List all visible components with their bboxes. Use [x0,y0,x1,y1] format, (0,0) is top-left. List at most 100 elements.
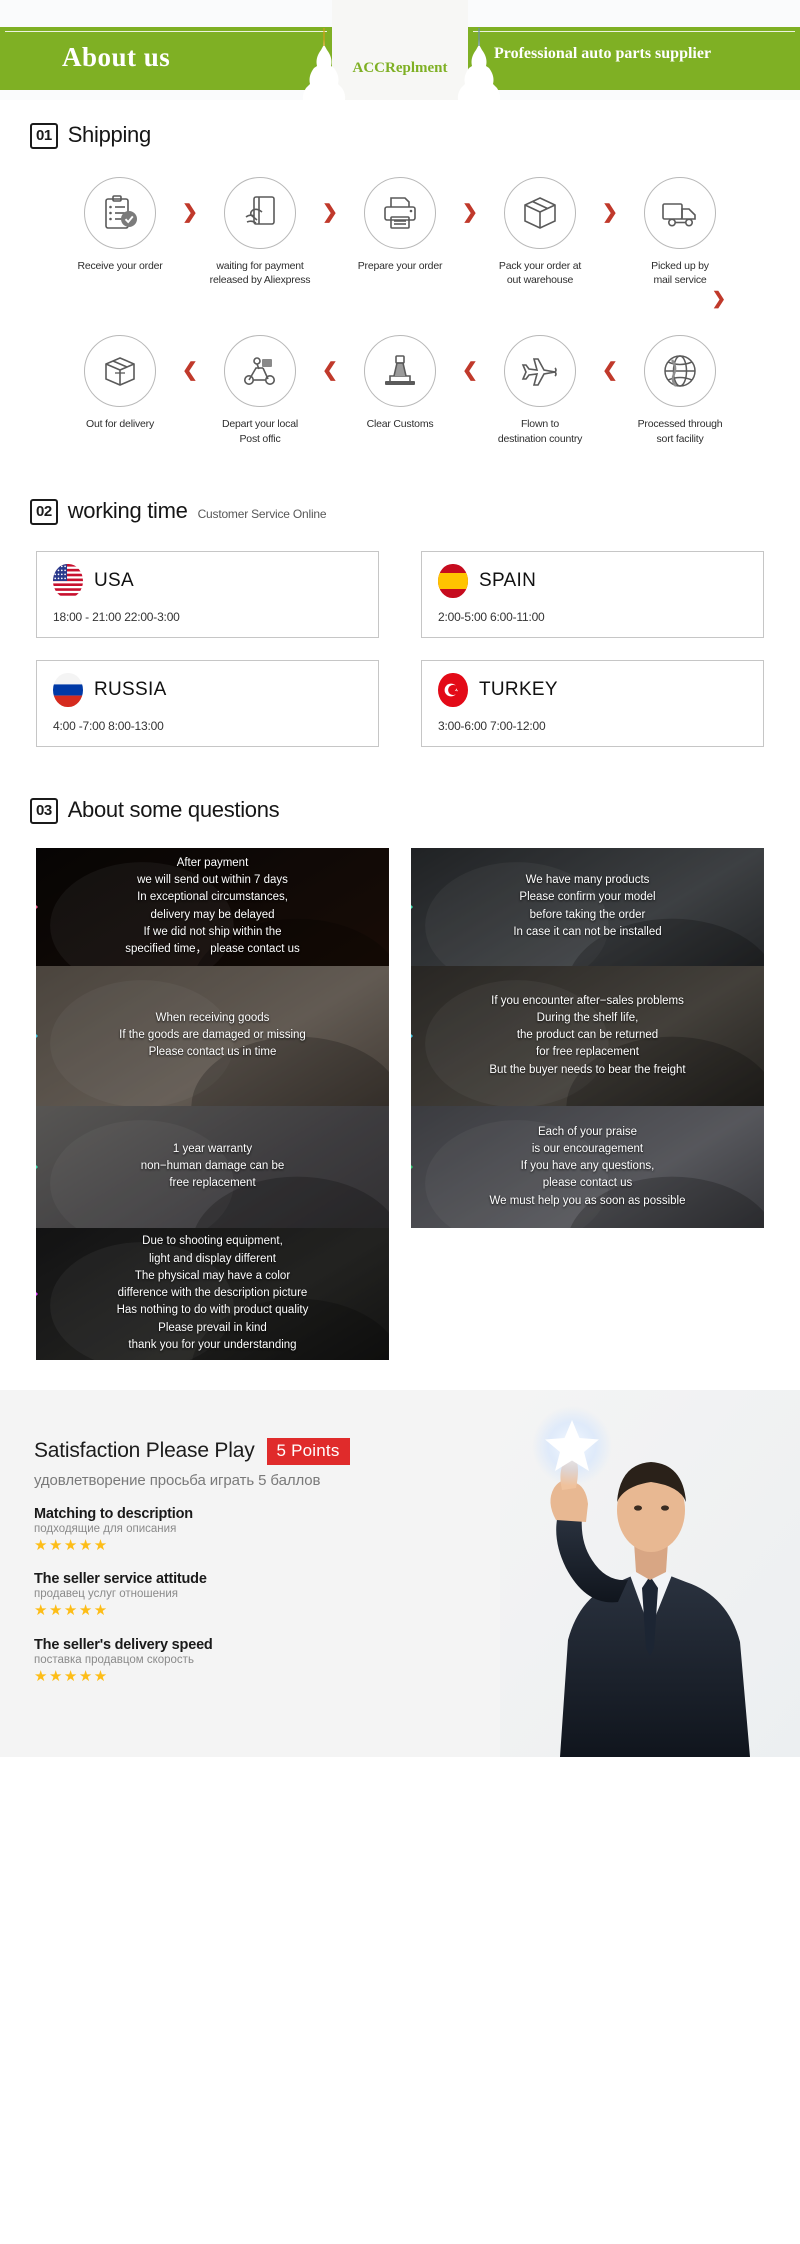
question-panel-text: Due to shooting equipment, light and dis… [116,1235,309,1351]
shipping-section: 01 Shipping Receive your order ❯ waiting … [0,100,800,446]
question-panel-text: Each of your praise is our encouragement… [489,1125,686,1207]
arrow-left-icon: ❮ [602,360,618,382]
shipping-steps-row-1: Receive your order ❯ waiting for payment r… [0,177,800,287]
panel-pointer-icon [36,1282,38,1305]
shipping-steps-row-2: Out for delivery ❮ Depart your local Post … [0,335,800,445]
russia-flag-icon [53,672,83,707]
satisfaction-title: Satisfaction Please Play [34,1439,255,1463]
rating-stars: ★★★★★ [34,1536,109,1554]
shipping-heading: 01 Shipping [0,122,800,151]
panel-pointer-icon [411,1024,413,1047]
working-time-card: USA 18:00 - 21:00 22:00-3:00 [36,550,379,638]
satisfaction-content: Satisfaction Please Play 5 Points удовле… [0,1390,800,1686]
shipping-step: Processed through sort facility [622,335,738,445]
country-name: TURKEY [479,678,558,700]
rating-stars: ★★★★★ [34,1667,109,1685]
shipping-step: Flown to destination country [482,335,598,445]
arrow-right-icon: ❯ [322,202,338,223]
spain-flag-icon [438,563,468,598]
question-panel-text: 1 year warranty non−human damage can be … [140,1142,285,1190]
usa-flag-icon [53,563,83,598]
page-title: About us [62,42,171,72]
working-time-section: 02 working time Customer Service Online … [0,446,800,747]
questions-section: 03 About some questions After payment we… [0,747,800,1360]
shipping-title: Shipping [67,122,152,147]
questions-left-column: After payment we will send out within 7 … [36,847,389,1360]
country-name: SPAIN [479,569,537,591]
question-panel-text: After payment we will send out within 7 … [125,856,300,956]
questions-number: 03 [30,797,58,824]
question-panel: After payment we will send out within 7 … [36,847,389,966]
working-time-title: working time [67,497,188,523]
arrow-left-icon: ❮ [462,360,478,382]
working-time-card: TURKEY 3:00-6:00 7:00-12:00 [421,659,764,747]
shipping-step: Prepare your order [342,177,458,273]
service-hours: 18:00 - 21:00 22:00-3:00 [53,609,180,624]
delivery-truck-icon [644,177,716,249]
questions-heading: 03 About some questions [0,797,800,826]
working-time-card-header: USA [53,563,362,598]
header-center-plate [332,0,468,100]
shipping-step-label: Clear Customs [366,418,434,431]
shipping-step-label: Processed through sort facility [637,418,723,445]
rating-label-ru: подходящие для описания [34,1522,177,1535]
question-panel: Each of your praise is our encouragement… [411,1105,764,1228]
question-panel: Due to shooting equipment, light and dis… [36,1227,389,1360]
question-panel-text: We have many products Please confirm you… [513,874,662,938]
panel-pointer-icon [36,1024,38,1047]
arrow-left-icon: ❮ [322,360,338,382]
arrow-right-icon: ❯ [462,202,478,223]
service-hours: 2:00-5:00 6:00-11:00 [438,609,545,624]
page-header: About us Professional auto parts supplie… [0,0,800,100]
shipping-step: Pack your order at out warehouse [482,177,598,287]
shipping-step-label: Depart your local Post offic [222,418,298,445]
globe-icon [644,335,716,408]
country-name: RUSSIA [94,678,167,700]
rating-item: The seller's delivery speed поставка про… [34,1637,800,1686]
brand-name: ACCReplment [352,60,448,76]
header-tagline: Professional auto parts supplier [494,45,712,62]
open-box-icon [84,335,156,408]
questions-panels: After payment we will send out within 7 … [0,826,800,1360]
rating-label-en: The seller's delivery speed [34,1636,213,1653]
shipping-step: waiting for payment released by Aliexpres… [202,177,318,287]
customs-stamp-icon [364,335,436,408]
working-time-card-header: SPAIN [438,563,747,598]
shipping-number: 01 [30,123,58,149]
working-time-cards: USA 18:00 - 21:00 22:00-3:00 SPAIN 2:00-… [0,527,800,747]
question-panel-text: If you encounter after−sales problems Du… [489,994,686,1076]
shipping-step: Clear Customs [342,335,458,431]
shipping-step-label: Receive your order [77,260,163,272]
shipping-step: Depart your local Post offic [202,335,318,445]
satisfaction-section: Satisfaction Please Play 5 Points удовле… [0,1389,800,1757]
country-name: USA [94,569,134,591]
panel-pointer-icon [411,895,413,918]
clipboard-check-icon [84,177,156,249]
shipping-step-label: Out for delivery [86,418,154,431]
scooter-courier-icon [224,335,296,408]
working-time-card: SPAIN 2:00-5:00 6:00-11:00 [421,550,764,638]
question-panel: We have many products Please confirm you… [411,847,764,966]
working-time-card-header: TURKEY [438,672,747,707]
payment-hand-card-icon [224,177,296,249]
question-panel: If you encounter after−sales problems Du… [411,965,764,1106]
rating-label-ru: продавец услуг отношения [34,1588,179,1601]
rating-item: Matching to description подходящие для о… [34,1506,800,1555]
shipping-step: Out for delivery [62,335,178,431]
rating-item: The seller service attitude продавец усл… [34,1571,800,1620]
question-panel: 1 year warranty non−human damage can be … [36,1105,389,1228]
rating-stars: ★★★★★ [34,1602,109,1620]
shipping-step: Picked up by mail service [622,177,738,287]
arrow-left-icon: ❮ [182,360,198,382]
working-time-heading: 02 working time Customer Service Online [0,498,800,527]
rating-label-en: Matching to description [34,1505,193,1522]
rating-label-ru: поставка продавцом скорость [34,1653,194,1666]
printer-icon [364,177,436,249]
working-time-subtitle: Customer Service Online [197,506,327,521]
working-time-number: 02 [30,498,58,525]
service-hours: 3:00-6:00 7:00-12:00 [438,718,546,733]
questions-title: About some questions [67,796,280,822]
shipping-step-label: Flown to destination country [497,418,583,445]
panel-pointer-icon [36,1155,38,1178]
arrow-right-icon: ❯ [182,202,198,223]
